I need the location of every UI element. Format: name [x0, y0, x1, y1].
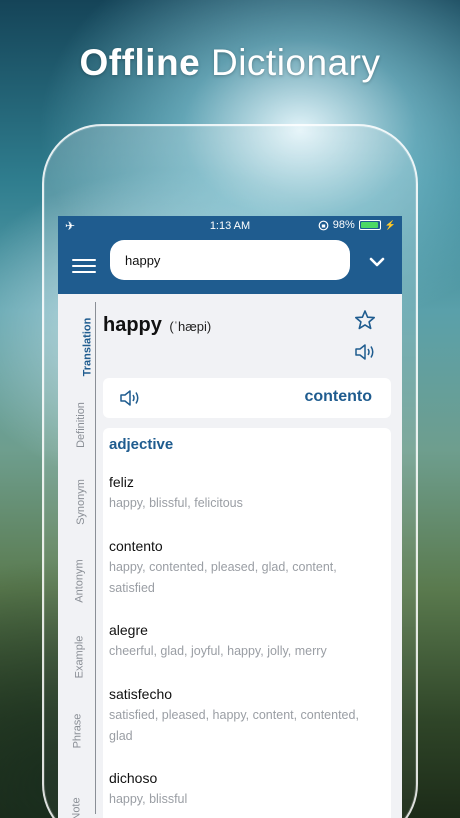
status-bar: ✈ 1:13 AM 98% ⚡ [58, 216, 402, 236]
result-word: dichoso [109, 770, 158, 786]
tab-divider [95, 302, 96, 814]
translation-word: contento [304, 388, 372, 405]
result-synonyms: happy, blissful [109, 792, 188, 806]
chevron-down-icon[interactable] [368, 253, 386, 271]
rotation-lock-icon [318, 220, 329, 230]
headline-light: Dictionary [210, 42, 381, 83]
pronunciation: (ˈhæpi) [169, 319, 212, 334]
headline-bold: Offline [79, 42, 201, 83]
tab-translation[interactable]: Translation [58, 314, 96, 378]
status-right: 98% ⚡ [318, 219, 396, 231]
results-card: adjective feliz happy, blissful, felicit… [103, 428, 391, 818]
tab-synonym[interactable]: Synonym [58, 469, 96, 533]
speaker-icon[interactable] [354, 343, 376, 361]
result-word: feliz [109, 474, 134, 490]
result-synonyms: cheerful, glad, joyful, happy, jolly, me… [109, 644, 327, 658]
tab-antonym[interactable]: Antonym [58, 548, 96, 612]
battery-percent: 98% [332, 219, 355, 231]
list-item[interactable]: satisfecho satisfied, pleased, happy, co… [109, 686, 379, 747]
list-item[interactable]: feliz happy, blissful, felicitous [109, 474, 379, 514]
result-word: satisfecho [109, 686, 173, 702]
headword: happy (ˈhæpi) [103, 314, 211, 337]
tab-definition[interactable]: Definition [58, 392, 96, 456]
promo-headline: Offline Dictionary [0, 42, 460, 84]
speaker-icon[interactable] [119, 389, 141, 407]
tab-note[interactable]: Note [58, 776, 96, 818]
battery-fill [360, 222, 379, 228]
tab-example[interactable]: Example [58, 624, 96, 688]
result-word: alegre [109, 622, 148, 638]
app-screen: ✈ 1:13 AM 98% ⚡ Translation Definition S… [58, 216, 402, 818]
list-item[interactable]: dichoso happy, blissful [109, 770, 379, 810]
search-input[interactable] [110, 240, 350, 280]
nav-bar [58, 236, 402, 294]
part-of-speech: adjective [109, 436, 174, 453]
charging-icon: ⚡ [384, 219, 396, 230]
list-item[interactable]: contento happy, contented, pleased, glad… [109, 538, 379, 599]
star-icon[interactable] [354, 309, 376, 331]
list-item[interactable]: alegre cheerful, glad, joyful, happy, jo… [109, 622, 379, 662]
result-synonyms: satisfied, pleased, happy, content, cont… [109, 708, 359, 743]
result-synonyms: happy, contented, pleased, glad, content… [109, 560, 337, 595]
side-tab-bar: Translation Definition Synonym Antonym E… [58, 294, 96, 818]
result-word: contento [109, 538, 163, 554]
translation-card: contento [103, 378, 391, 418]
battery-icon [358, 220, 381, 230]
tab-phrase[interactable]: Phrase [58, 698, 96, 762]
headword-text: happy [103, 314, 162, 336]
menu-icon[interactable] [72, 259, 96, 273]
result-synonyms: happy, blissful, felicitous [109, 496, 243, 510]
